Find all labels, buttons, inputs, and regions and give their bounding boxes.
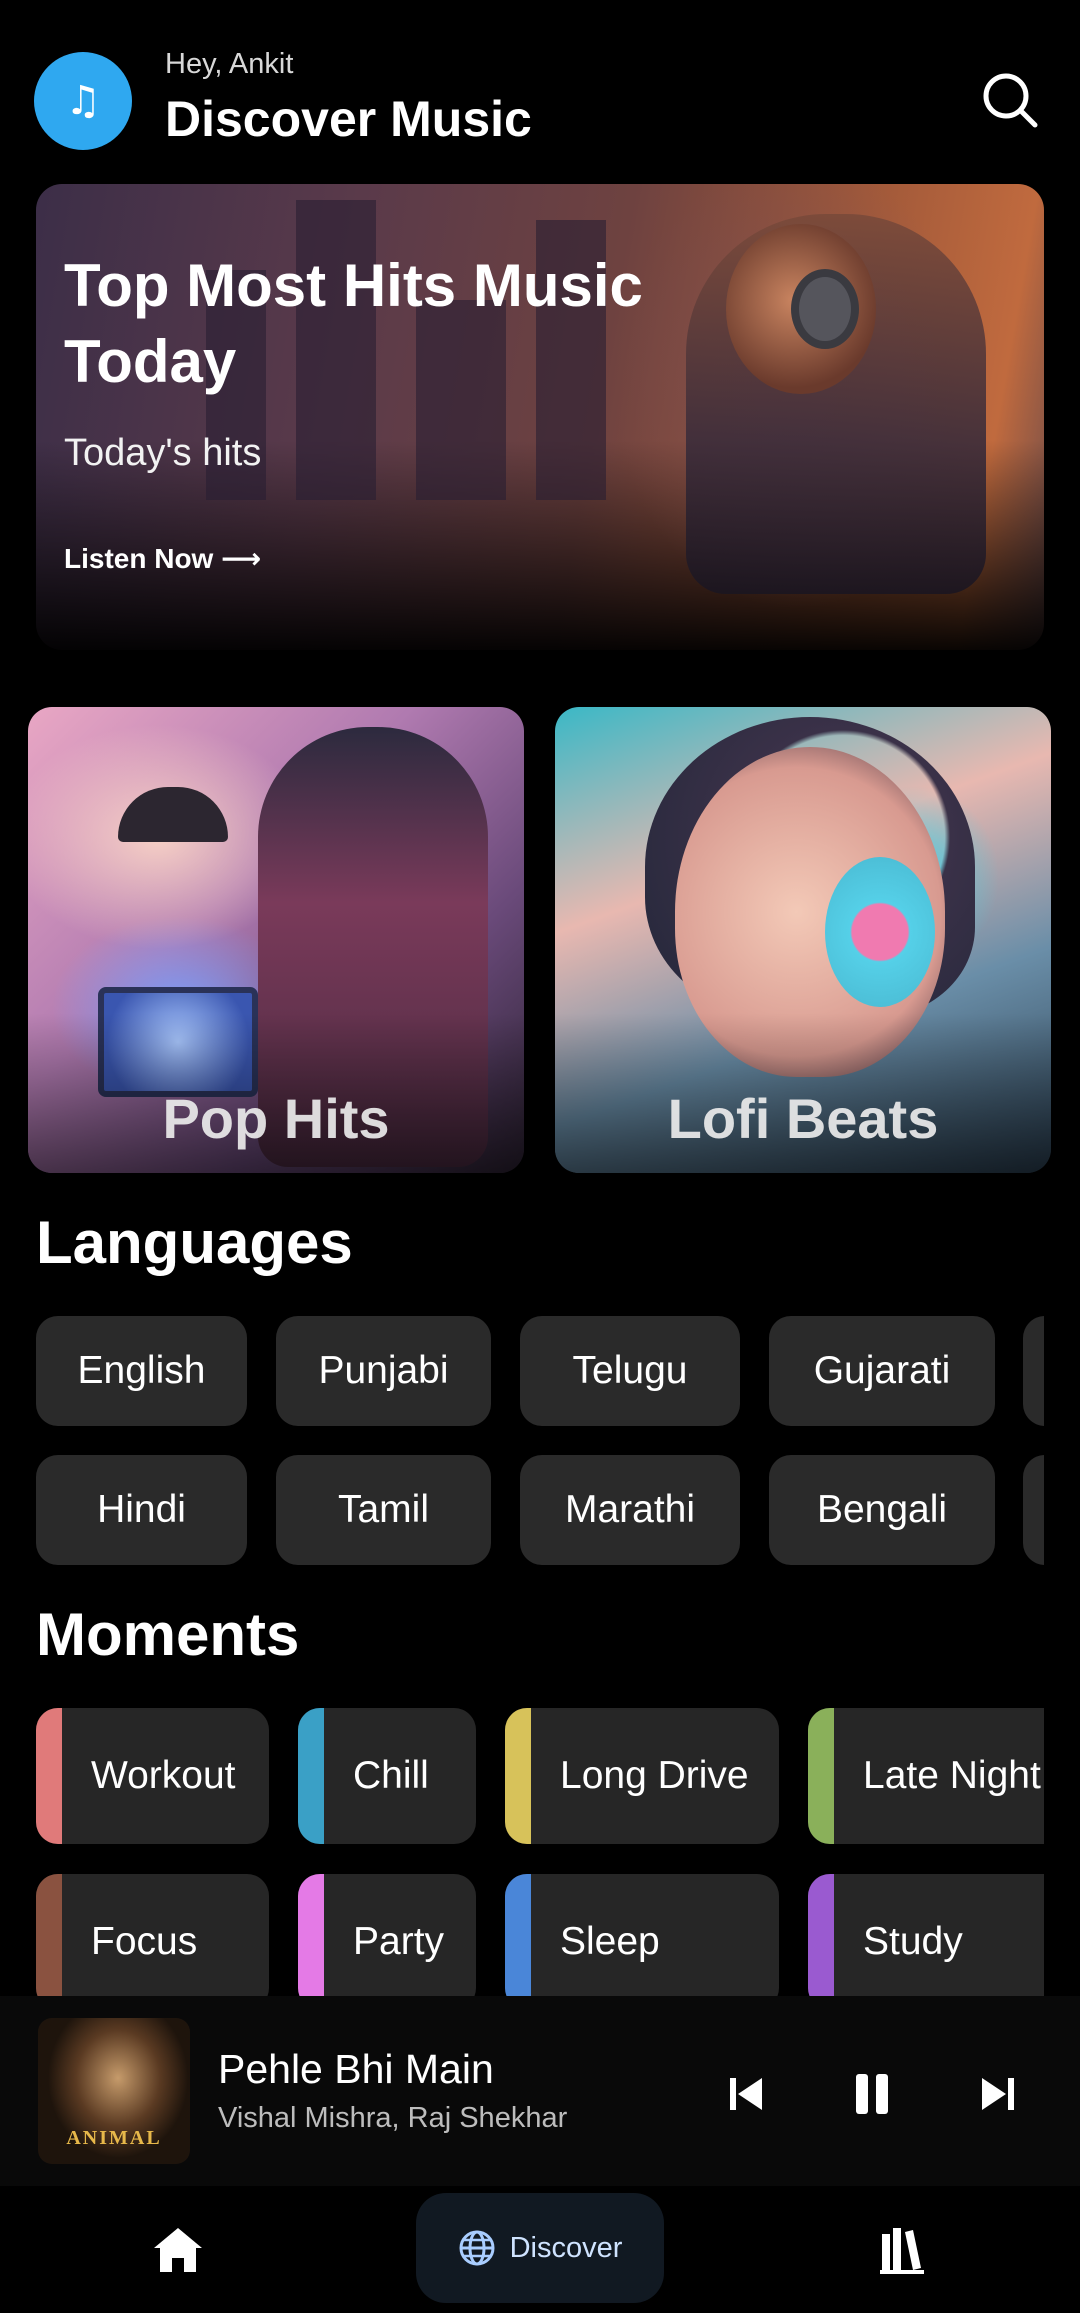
color-bar <box>808 1708 834 1844</box>
nav-discover-tab[interactable]: Discover <box>416 2193 664 2303</box>
mini-player[interactable]: ANIMAL Pehle Bhi Main Vishal Mishra, Raj… <box>0 1996 1080 2186</box>
moment-chip-focus[interactable]: Focus <box>36 1874 269 1996</box>
globe-icon <box>459 2230 495 2266</box>
hero-banner[interactable]: Top Most Hits Music Today Today's hits L… <box>36 184 1044 650</box>
moment-label: Sleep <box>560 1920 660 1963</box>
color-bar <box>505 1874 531 1996</box>
language-chip-bengali[interactable]: Bengali <box>769 1455 995 1565</box>
color-bar <box>36 1708 62 1844</box>
album-art-title: ANIMAL <box>66 2127 162 2149</box>
page-title: Discover Music <box>165 91 532 147</box>
moment-label: Study <box>863 1920 963 1963</box>
hero-title: Top Most Hits Music Today <box>64 252 643 395</box>
moments-heading: Moments <box>36 1601 300 1668</box>
moments-grid: Workout Chill Long Drive Late Night Focu… <box>0 1708 1044 1996</box>
moment-chip-study[interactable]: Study <box>808 1874 1044 1996</box>
moment-label: Late Night <box>863 1754 1041 1797</box>
color-bar <box>36 1874 62 1996</box>
color-bar <box>298 1708 324 1844</box>
moment-label: Long Drive <box>560 1754 749 1797</box>
bottom-navigation: Discover <box>0 2186 1080 2313</box>
album-art: ANIMAL <box>38 2018 190 2164</box>
moment-chip-workout[interactable]: Workout <box>36 1708 269 1844</box>
listen-now-link[interactable]: Listen Now ⟶ <box>64 542 261 575</box>
pop-hits-card[interactable]: Pop Hits <box>28 707 524 1173</box>
language-chip-telugu[interactable]: Telugu <box>520 1316 740 1426</box>
library-icon[interactable] <box>880 2224 924 2274</box>
pause-icon[interactable] <box>844 2066 900 2122</box>
card-label: Pop Hits <box>162 1087 390 1150</box>
nav-discover-label: Discover <box>509 2231 623 2264</box>
language-chip-punjabi[interactable]: Punjabi <box>276 1316 491 1426</box>
artist-name: Vishal Mishra, Raj Shekhar <box>218 2102 568 2134</box>
moment-label: Focus <box>91 1920 198 1963</box>
language-chip-more[interactable] <box>1023 1316 1044 1426</box>
headphones-illustration <box>791 269 859 349</box>
app-logo: ♫ <box>34 52 132 150</box>
headphones-illustration <box>825 857 935 1007</box>
language-chip-marathi[interactable]: Marathi <box>520 1455 740 1565</box>
song-title: Pehle Bhi Main <box>218 2046 494 2092</box>
monitor-illustration <box>98 987 258 1097</box>
moment-chip-chill[interactable]: Chill <box>298 1708 476 1844</box>
language-chip-hindi[interactable]: Hindi <box>36 1455 247 1565</box>
music-note-icon: ♫ <box>65 78 101 124</box>
languages-heading: Languages <box>36 1209 353 1276</box>
moment-label: Party <box>353 1920 445 1963</box>
color-bar <box>298 1874 324 1996</box>
hero-subtitle: Today's hits <box>64 432 262 474</box>
color-bar <box>505 1708 531 1844</box>
language-chip-english[interactable]: English <box>36 1316 247 1426</box>
app-header: ♫ Hey, Ankit Discover Music <box>0 0 1080 180</box>
greeting-text: Hey, Ankit <box>165 48 294 80</box>
skip-previous-icon[interactable] <box>718 2066 774 2122</box>
language-chip-more[interactable] <box>1023 1455 1044 1565</box>
moment-chip-long-drive[interactable]: Long Drive <box>505 1708 779 1844</box>
moment-label: Workout <box>91 1754 236 1797</box>
language-chip-tamil[interactable]: Tamil <box>276 1455 491 1565</box>
moment-chip-sleep[interactable]: Sleep <box>505 1874 779 1996</box>
languages-grid: English Punjabi Telugu Gujarati Hindi Ta… <box>0 1316 1044 1566</box>
card-label: Lofi Beats <box>667 1087 939 1150</box>
moment-chip-party[interactable]: Party <box>298 1874 476 1996</box>
language-chip-gujarati[interactable]: Gujarati <box>769 1316 995 1426</box>
home-icon[interactable] <box>150 2224 206 2276</box>
moment-chip-late-night[interactable]: Late Night <box>808 1708 1044 1844</box>
lamp-illustration <box>118 787 228 842</box>
search-icon[interactable] <box>980 70 1040 130</box>
moment-label: Chill <box>353 1754 429 1797</box>
lofi-beats-card[interactable]: Lofi Beats <box>555 707 1051 1173</box>
color-bar <box>808 1874 834 1996</box>
skip-next-icon[interactable] <box>970 2066 1026 2122</box>
